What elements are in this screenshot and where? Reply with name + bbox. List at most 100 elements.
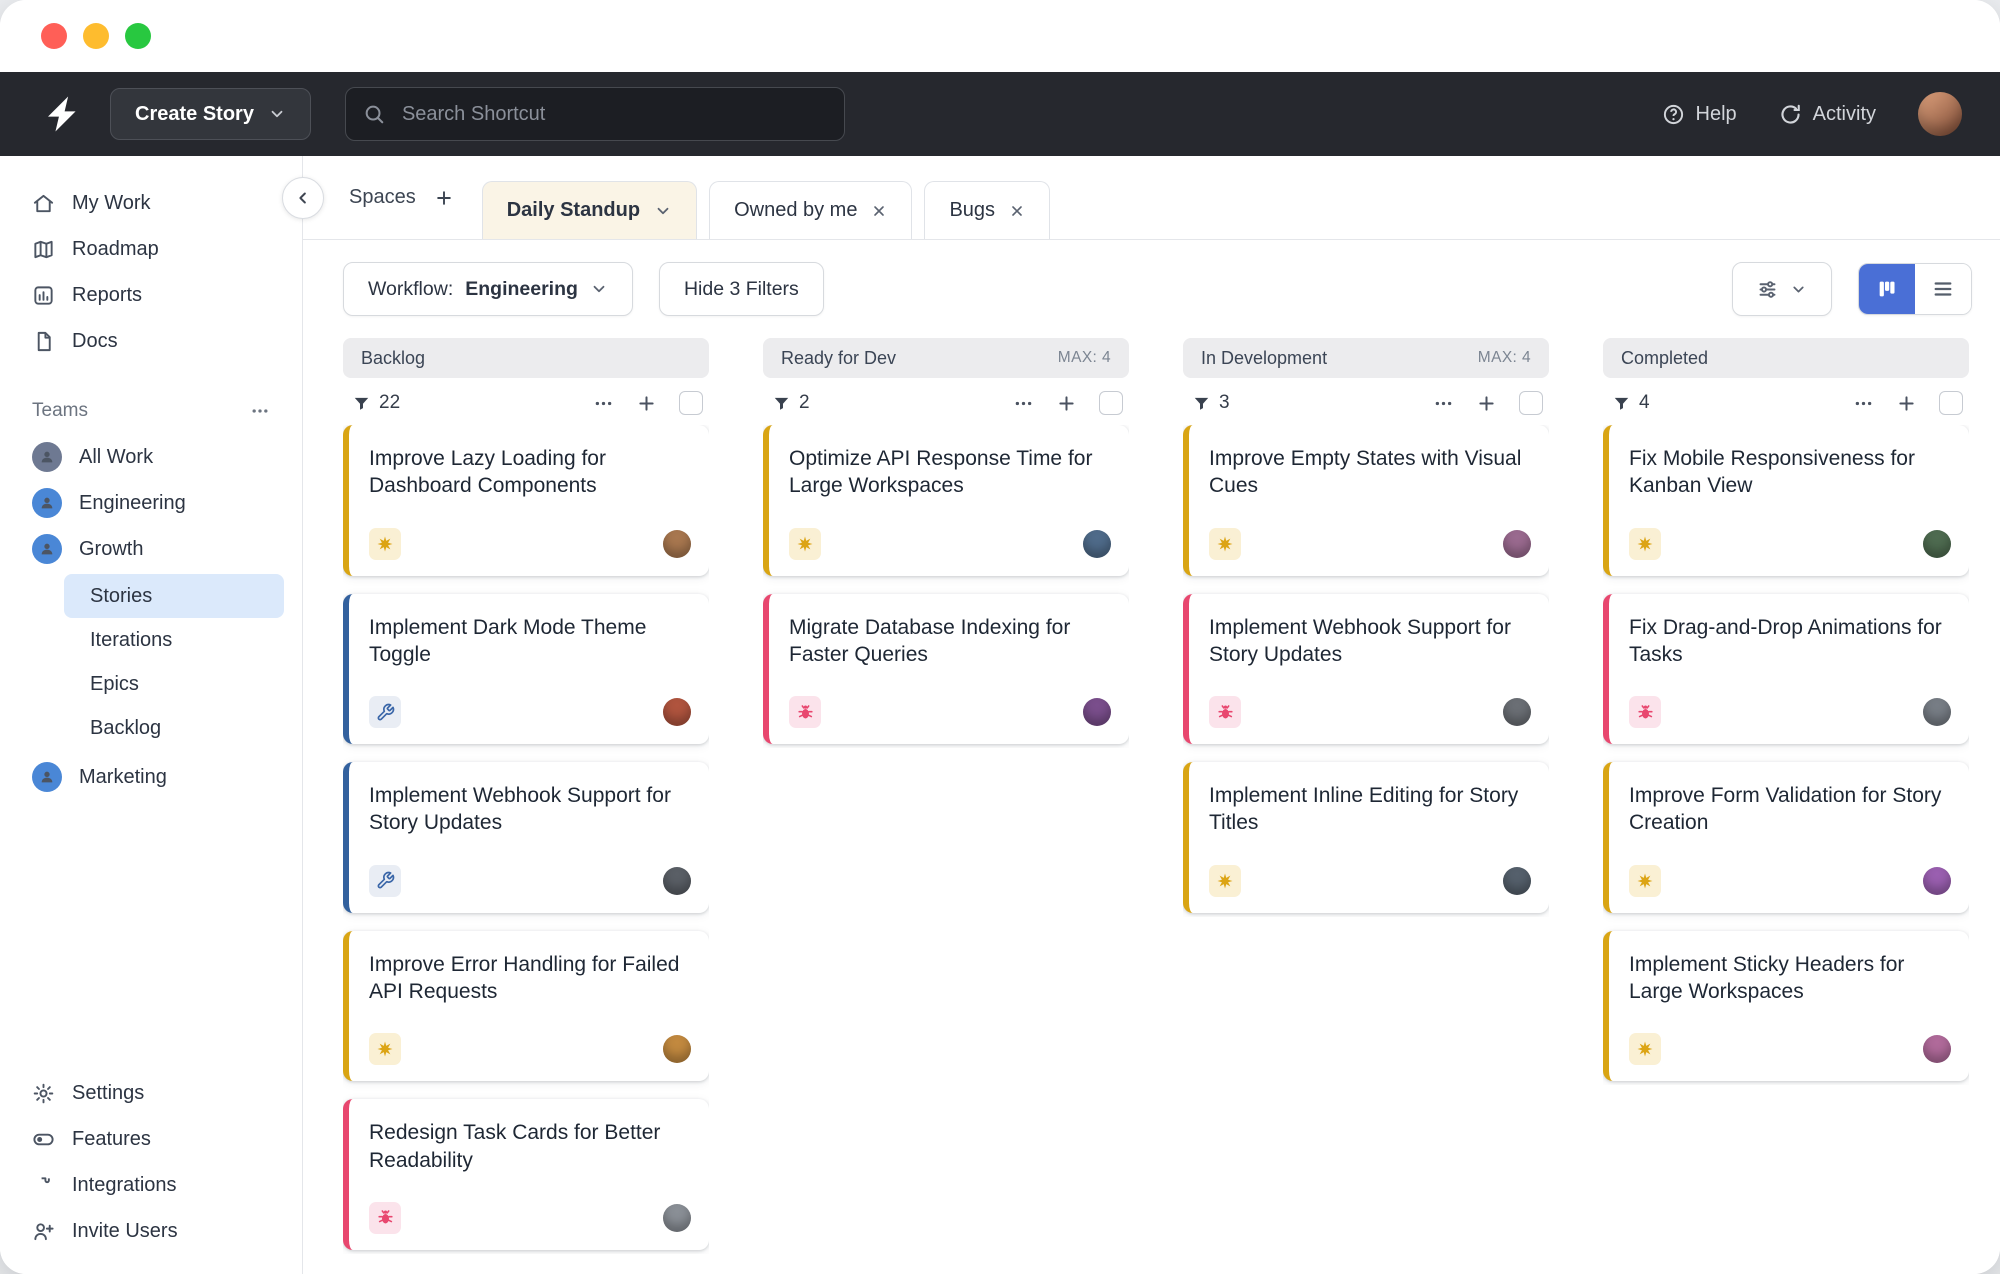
add-story-button[interactable] [1896, 393, 1917, 414]
create-story-button[interactable]: Create Story [110, 88, 311, 140]
sidebar-item-iterations[interactable]: Iterations [64, 618, 284, 662]
owner-avatar[interactable] [1083, 530, 1111, 558]
story-type-badge[interactable] [369, 696, 401, 728]
story-card[interactable]: Implement Dark Mode Theme Toggle [343, 594, 709, 745]
column-menu-button[interactable] [593, 393, 614, 414]
story-card[interactable]: Implement Sticky Headers for Large Works… [1603, 931, 1969, 1082]
story-type-badge[interactable] [369, 528, 401, 560]
story-type-badge[interactable] [789, 528, 821, 560]
story-card[interactable]: Optimize API Response Time for Large Wor… [763, 425, 1129, 576]
story-type-badge[interactable] [369, 1033, 401, 1065]
sidebar-team-all-work[interactable]: All Work [16, 434, 286, 480]
story-card[interactable]: Migrate Database Indexing for Faster Que… [763, 594, 1129, 745]
story-type-badge[interactable] [1629, 865, 1661, 897]
story-type-badge[interactable] [1209, 528, 1241, 560]
column-header[interactable]: In Development MAX: 4 [1183, 338, 1549, 378]
column-filter-group[interactable]: 22 [353, 392, 400, 414]
owner-avatar[interactable] [663, 867, 691, 895]
display-options-button[interactable] [1732, 262, 1832, 316]
teams-menu-button[interactable] [250, 401, 270, 421]
story-card[interactable]: Improve Lazy Loading for Dashboard Compo… [343, 425, 709, 576]
add-story-button[interactable] [1476, 393, 1497, 414]
sidebar-item-roadmap[interactable]: Roadmap [16, 226, 286, 272]
tab-daily-standup[interactable]: Daily Standup [482, 181, 697, 239]
story-type-badge[interactable] [789, 696, 821, 728]
select-all-checkbox[interactable] [1939, 391, 1963, 415]
owner-avatar[interactable] [1503, 867, 1531, 895]
add-space-button[interactable] [434, 188, 454, 208]
story-card[interactable]: Implement Inline Editing for Story Title… [1183, 762, 1549, 913]
tab-bugs[interactable]: Bugs [924, 181, 1050, 239]
sidebar-item-backlog[interactable]: Backlog [64, 706, 284, 750]
column-menu-button[interactable] [1433, 393, 1454, 414]
minimize-window-button[interactable] [83, 23, 109, 49]
sidebar-item-features[interactable]: Features [16, 1116, 286, 1162]
story-card[interactable]: Implement Webhook Support for Story Upda… [1183, 594, 1549, 745]
story-type-badge[interactable] [1629, 1033, 1661, 1065]
owner-avatar[interactable] [663, 1035, 691, 1063]
sidebar-item-integrations[interactable]: Integrations [16, 1162, 286, 1208]
story-type-badge[interactable] [369, 865, 401, 897]
sidebar-item-epics[interactable]: Epics [64, 662, 284, 706]
owner-avatar[interactable] [663, 698, 691, 726]
tab-owned-by-me[interactable]: Owned by me [709, 181, 912, 239]
sidebar-team-growth[interactable]: Growth [16, 526, 286, 572]
story-type-badge[interactable] [1209, 865, 1241, 897]
column-filter-group[interactable]: 4 [1613, 392, 1650, 414]
select-all-checkbox[interactable] [1099, 391, 1123, 415]
column-filter-group[interactable]: 3 [1193, 392, 1230, 414]
close-window-button[interactable] [41, 23, 67, 49]
workflow-filter-button[interactable]: Workflow: Engineering [343, 262, 633, 316]
story-card[interactable]: Implement Webhook Support for Story Upda… [343, 762, 709, 913]
owner-avatar[interactable] [1503, 530, 1531, 558]
owner-avatar[interactable] [663, 1204, 691, 1232]
column-menu-button[interactable] [1013, 393, 1034, 414]
story-card[interactable]: Fix Mobile Responsiveness for Kanban Vie… [1603, 425, 1969, 576]
sidebar-item-docs[interactable]: Docs [16, 318, 286, 364]
add-story-button[interactable] [636, 393, 657, 414]
owner-avatar[interactable] [663, 530, 691, 558]
select-all-checkbox[interactable] [679, 391, 703, 415]
column-header[interactable]: Ready for Dev MAX: 4 [763, 338, 1129, 378]
sidebar-item-stories[interactable]: Stories [64, 574, 284, 618]
activity-button[interactable]: Activity [1779, 103, 1876, 126]
add-story-button[interactable] [1056, 393, 1077, 414]
sidebar-item-settings[interactable]: Settings [16, 1070, 286, 1116]
story-type-badge[interactable] [1209, 696, 1241, 728]
owner-avatar[interactable] [1923, 530, 1951, 558]
help-button[interactable]: Help [1662, 103, 1737, 126]
story-card[interactable]: Redesign Task Cards for Better Readabili… [343, 1099, 709, 1250]
sidebar-item-invite-users[interactable]: Invite Users [16, 1208, 286, 1254]
story-card[interactable]: Improve Empty States with Visual Cues [1183, 425, 1549, 576]
collapse-sidebar-button[interactable] [282, 177, 324, 219]
sidebar-item-my-work[interactable]: My Work [16, 180, 286, 226]
owner-avatar[interactable] [1083, 698, 1111, 726]
sidebar-item-reports[interactable]: Reports [16, 272, 286, 318]
close-tab-button[interactable] [871, 203, 887, 219]
story-type-badge[interactable] [369, 1202, 401, 1234]
column-header[interactable]: Backlog [343, 338, 709, 378]
story-type-badge[interactable] [1629, 528, 1661, 560]
owner-avatar[interactable] [1923, 867, 1951, 895]
owner-avatar[interactable] [1923, 698, 1951, 726]
search-input[interactable] [345, 87, 845, 141]
shortcut-logo-icon[interactable] [38, 90, 86, 138]
user-avatar[interactable] [1918, 92, 1962, 136]
story-card[interactable]: Improve Error Handling for Failed API Re… [343, 931, 709, 1082]
close-tab-button[interactable] [1009, 203, 1025, 219]
kanban-view-button[interactable] [1859, 264, 1915, 314]
hide-filters-button[interactable]: Hide 3 Filters [659, 262, 824, 316]
sidebar-team-marketing[interactable]: Marketing [16, 754, 286, 800]
select-all-checkbox[interactable] [1519, 391, 1543, 415]
column-header[interactable]: Completed [1603, 338, 1969, 378]
sidebar-team-engineering[interactable]: Engineering [16, 480, 286, 526]
story-card[interactable]: Fix Drag-and-Drop Animations for Tasks [1603, 594, 1969, 745]
story-card[interactable]: Improve Form Validation for Story Creati… [1603, 762, 1969, 913]
column-filter-group[interactable]: 2 [773, 392, 810, 414]
zoom-window-button[interactable] [125, 23, 151, 49]
column-menu-button[interactable] [1853, 393, 1874, 414]
owner-avatar[interactable] [1923, 1035, 1951, 1063]
list-view-button[interactable] [1915, 264, 1971, 314]
owner-avatar[interactable] [1503, 698, 1531, 726]
story-type-badge[interactable] [1629, 696, 1661, 728]
